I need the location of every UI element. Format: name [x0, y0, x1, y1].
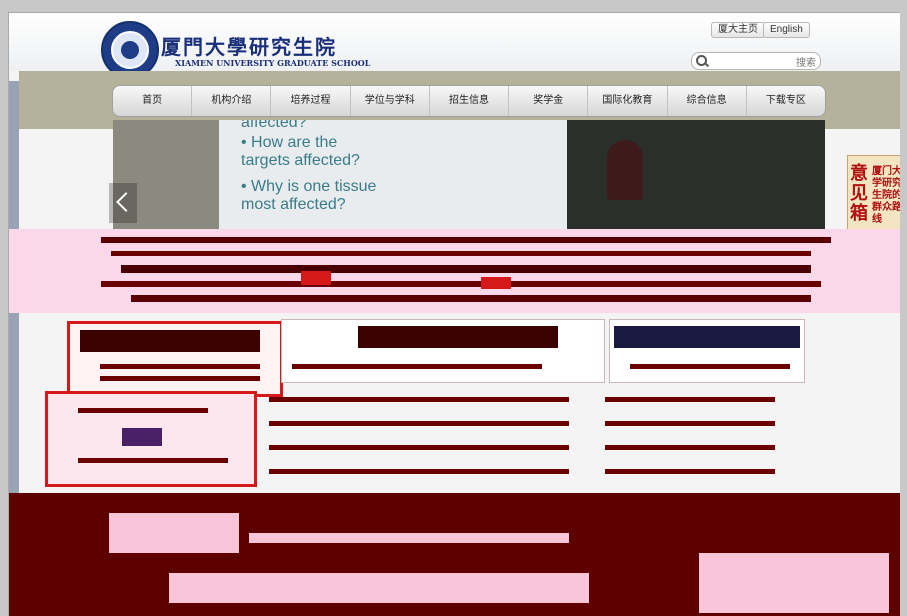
footer-block [169, 573, 589, 603]
list-item[interactable] [100, 376, 260, 381]
banner-photo [567, 120, 825, 230]
search-icon [696, 55, 707, 66]
glitch-pattern [101, 237, 831, 302]
footer-block [249, 533, 569, 543]
poster-big-text: 意见箱 [850, 163, 868, 224]
xmu-home-link[interactable]: 厦大主页 [711, 22, 765, 38]
news-row[interactable] [605, 397, 775, 402]
site-title-cn[interactable]: 厦門大學研究生院 [161, 31, 337, 60]
news-row[interactable] [605, 445, 775, 450]
list-item[interactable] [630, 364, 790, 369]
footer-block [109, 513, 239, 553]
banner-prev-arrow-icon[interactable] [109, 183, 137, 223]
center-panel [281, 319, 605, 383]
list-item[interactable] [78, 408, 208, 413]
english-link[interactable]: English [763, 22, 810, 38]
panel-header-bar [358, 326, 558, 348]
list-item[interactable] [292, 364, 542, 369]
main-nav: 首页 机构介绍 培养过程 学位与学科 招生信息 奖学金 国际化教育 综合信息 下… [112, 85, 826, 117]
news-row[interactable] [605, 421, 775, 426]
slide-line: • Why is one tissue [241, 178, 377, 195]
panel-header-bar [614, 326, 800, 348]
banner-slide-image: affected? • How are the targets affected… [219, 120, 567, 230]
nav-item-home[interactable]: 首页 [113, 86, 193, 116]
nav-item-downloads[interactable]: 下载专区 [747, 86, 825, 116]
slide-line: most affected? [241, 196, 346, 213]
nav-item-international[interactable]: 国际化教育 [588, 86, 668, 116]
list-item[interactable] [100, 364, 260, 369]
speaker-figure [607, 140, 643, 200]
search-box[interactable]: 搜索 [691, 52, 821, 70]
nav-item-admissions[interactable]: 招生信息 [430, 86, 510, 116]
nav-item-scholarships[interactable]: 奖学金 [509, 86, 589, 116]
browser-viewport: 厦門大學研究生院 XIAMEN UNIVERSITY GRADUATE SCHO… [8, 12, 900, 616]
notice-panel [45, 391, 257, 487]
nav-item-training[interactable]: 培养过程 [271, 86, 351, 116]
slide-line: targets affected? [241, 152, 360, 169]
news-row[interactable] [605, 469, 775, 474]
nav-item-organization[interactable]: 机构介绍 [192, 86, 272, 116]
news-row[interactable] [269, 445, 569, 450]
site-title-en: XIAMEN UNIVERSITY GRADUATE SCHOOL [175, 58, 371, 68]
news-panel [67, 321, 283, 397]
seal-inner-ring [111, 31, 149, 69]
news-row[interactable] [269, 469, 569, 474]
footer-block [699, 553, 889, 613]
news-row[interactable] [269, 397, 569, 402]
poster-small-text: 厦门大学研究生院的群众路线 [872, 166, 900, 225]
nav-item-general-info[interactable]: 综合信息 [668, 86, 747, 116]
search-button[interactable]: 搜索 [796, 54, 816, 69]
panel-header-bar [80, 330, 260, 352]
list-item[interactable] [78, 458, 228, 463]
news-row[interactable] [269, 421, 569, 426]
hero-banner[interactable]: affected? • How are the targets affected… [113, 120, 825, 230]
seal-center [121, 41, 139, 59]
slide-line: affected? [241, 120, 307, 131]
slide-line: • How are the [241, 134, 338, 151]
panel-badge [122, 428, 162, 446]
site-header: 厦門大學研究生院 XIAMEN UNIVERSITY GRADUATE SCHO… [9, 13, 900, 79]
nav-item-degrees[interactable]: 学位与学科 [351, 86, 430, 116]
right-panel [609, 319, 805, 383]
